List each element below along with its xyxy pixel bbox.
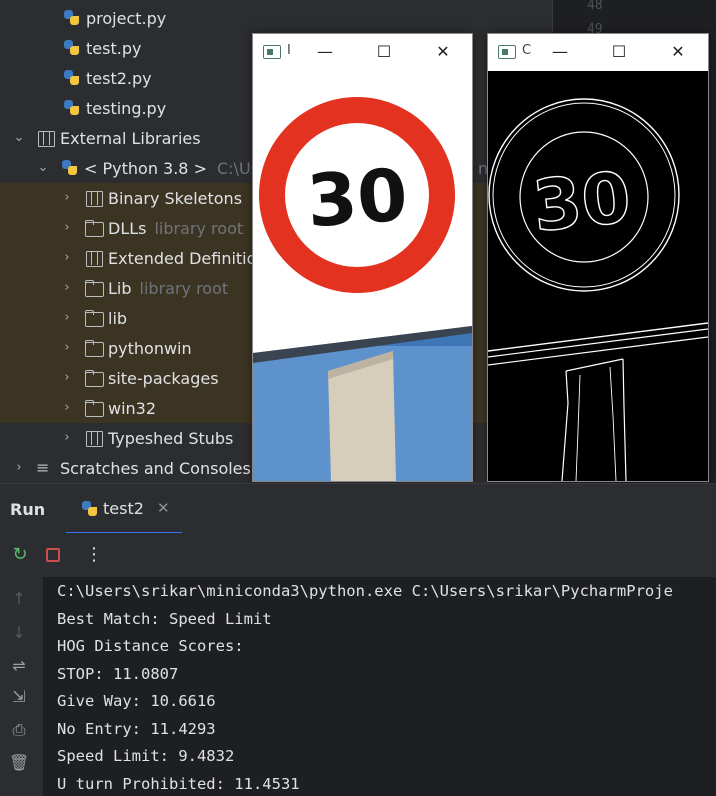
console-line: STOP: 11.0807 [57, 665, 179, 683]
maximize-button[interactable]: ☐ [370, 38, 398, 66]
run-panel-title: Run [10, 500, 46, 519]
chevron-right-icon[interactable]: › [60, 281, 74, 295]
chevron-right-icon[interactable]: › [60, 311, 74, 325]
chevron-right-icon[interactable]: › [60, 431, 74, 445]
file-item[interactable]: project.py [0, 3, 552, 33]
library-label: pythonwin [108, 338, 192, 358]
library-label: lib [108, 308, 128, 328]
minimize-button[interactable]: — [311, 38, 339, 66]
chevron-down-icon[interactable]: ⌄ [12, 131, 26, 145]
library-icon [84, 189, 104, 207]
console-output[interactable]: C:\Users\srikar\miniconda3\python.exe C:… [43, 577, 716, 796]
console-line: No Entry: 11.4293 [57, 720, 216, 738]
image-window-original[interactable]: I — ☐ ✕ 30 [252, 33, 473, 482]
library-label: Binary Skeletons [108, 188, 243, 208]
scroll-to-end-icon[interactable]: ⇲ [9, 687, 29, 707]
chevron-down-icon[interactable]: ⌄ [36, 161, 50, 175]
python-file-icon [62, 99, 82, 117]
arrow-down-icon[interactable]: ↓ [9, 623, 29, 643]
console-gutter: ↑ ↓ ⇌ ⇲ ⎙ 🗑 [0, 577, 43, 796]
window-titlebar[interactable]: I — ☐ ✕ [253, 34, 472, 71]
line-number: 48 [587, 0, 603, 13]
trash-icon[interactable]: 🗑 [9, 753, 29, 773]
window-title: I [287, 43, 291, 58]
stop-button[interactable] [42, 544, 64, 566]
file-name: project.py [86, 8, 167, 28]
run-tab-test2[interactable]: test2 ✕ [66, 484, 182, 534]
folder-icon [84, 279, 104, 297]
console-line: Best Match: Speed Limit [57, 610, 272, 628]
run-toolbar: ↻ ⋮ [0, 533, 716, 577]
folder-icon [84, 309, 104, 327]
console-line: Speed Limit: 9.4832 [57, 747, 235, 765]
close-button[interactable]: ✕ [664, 38, 692, 66]
run-panel-header: Run test2 ✕ [0, 483, 716, 534]
library-icon [84, 429, 104, 447]
chevron-right-icon[interactable]: › [60, 251, 74, 265]
file-name: test2.py [86, 68, 152, 88]
python-file-icon [62, 69, 82, 87]
typeshed-label: Typeshed Stubs [108, 428, 234, 448]
folder-icon [84, 399, 104, 417]
chevron-right-icon[interactable]: › [12, 461, 26, 475]
console-line: C:\Users\srikar\miniconda3\python.exe C:… [57, 582, 673, 600]
sign-number: 30 [304, 153, 410, 244]
console-line: Give Way: 10.6616 [57, 692, 216, 710]
scratches-label: Scratches and Consoles [60, 458, 251, 478]
library-root-note: library root [139, 278, 229, 298]
app-icon [263, 45, 281, 59]
run-tab-label: test2 [103, 499, 144, 518]
chevron-right-icon[interactable]: › [60, 341, 74, 355]
library-icon [36, 129, 56, 147]
file-name: testing.py [86, 98, 167, 118]
arrow-up-icon[interactable]: ↑ [9, 589, 29, 609]
folder-icon [84, 339, 104, 357]
library-label: win32 [108, 398, 157, 418]
library-label: site-packages [108, 368, 219, 388]
minimize-button[interactable]: — [546, 38, 574, 66]
window-title: C [522, 43, 532, 58]
python-icon [60, 159, 80, 177]
python-sdk-label: < Python 3.8 > [84, 158, 207, 178]
close-icon[interactable]: ✕ [157, 499, 170, 517]
maximize-button[interactable]: ☐ [605, 38, 633, 66]
rerun-button[interactable]: ↻ [9, 544, 31, 566]
chevron-right-icon[interactable]: › [60, 191, 74, 205]
app-icon [498, 45, 516, 59]
library-root-note: library root [154, 218, 244, 238]
window-titlebar[interactable]: C — ☐ ✕ [488, 34, 708, 71]
library-label: DLLs [108, 218, 147, 238]
library-icon [84, 249, 104, 267]
console-line: U turn Prohibited: 11.4531 [57, 775, 300, 793]
chevron-right-icon[interactable]: › [60, 221, 74, 235]
print-icon[interactable]: ⎙ [9, 720, 29, 740]
original-image: 30 [253, 71, 472, 481]
chevron-right-icon[interactable]: › [60, 401, 74, 415]
edge-image: 30 [488, 71, 708, 481]
library-label: Extended Definitio [108, 248, 257, 268]
edge-sign-number: 30 [529, 156, 634, 248]
soft-wrap-icon[interactable]: ⇌ [9, 656, 29, 676]
scratches-icon: ≡ [36, 458, 50, 477]
folder-icon [84, 369, 104, 387]
python-icon [80, 500, 100, 518]
python-file-icon [62, 39, 82, 57]
chevron-right-icon[interactable]: › [60, 371, 74, 385]
external-libraries-label: External Libraries [60, 128, 201, 148]
more-options-button[interactable]: ⋮ [83, 544, 105, 566]
folder-icon [84, 219, 104, 237]
close-button[interactable]: ✕ [429, 38, 457, 66]
stop-icon [46, 548, 60, 562]
python-file-icon [62, 9, 82, 27]
file-name: test.py [86, 38, 142, 58]
library-label: Lib [108, 278, 132, 298]
console-line: HOG Distance Scores: [57, 637, 244, 655]
image-window-edges[interactable]: C — ☐ ✕ 30 [487, 33, 709, 482]
